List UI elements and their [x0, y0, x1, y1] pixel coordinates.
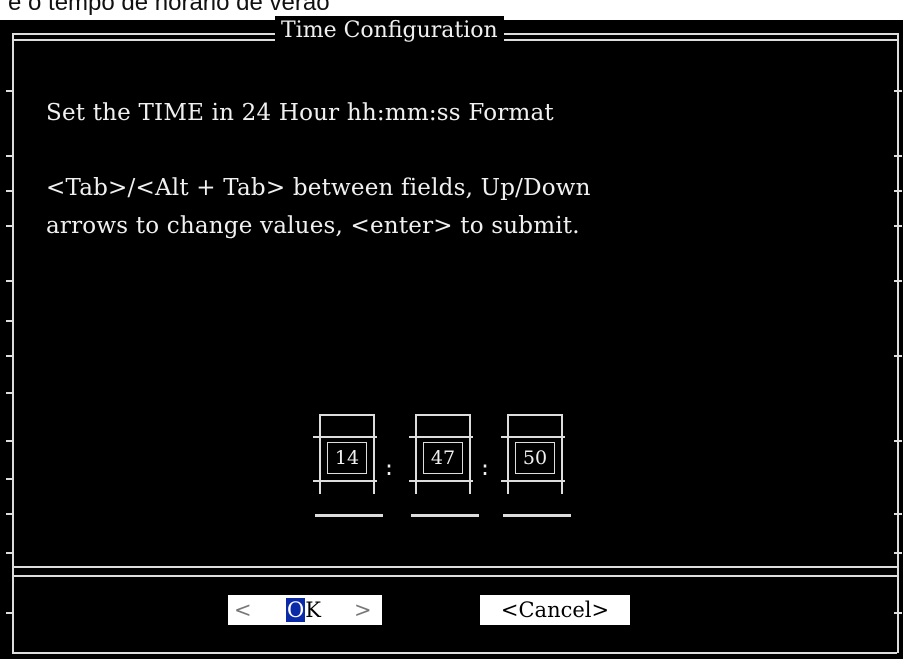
- dialog-frame-bottom: [12, 652, 897, 654]
- minutes-field-rule: [409, 436, 473, 438]
- time-configuration-dialog: Time Configuration Set the TIME in 24 Ho…: [0, 0, 903, 659]
- frame-tick: [6, 320, 14, 322]
- frame-tick: [6, 440, 14, 442]
- minutes-underline: [411, 514, 479, 517]
- ok-button-label-rest: K: [305, 598, 321, 622]
- frame-tick: [6, 392, 14, 394]
- cancel-button[interactable]: <Cancel>: [480, 595, 630, 625]
- page-caption: e o tempo de horário de verão: [8, 0, 330, 16]
- minutes-field-rule: [409, 480, 473, 482]
- dialog-button-bar: < OK > <Cancel>: [14, 575, 897, 652]
- frame-tick: [6, 612, 14, 614]
- time-separator: :: [479, 456, 492, 480]
- dialog-title: Time Configuration: [275, 16, 504, 46]
- seconds-field-rule: [501, 436, 565, 438]
- seconds-field[interactable]: 50: [501, 410, 571, 517]
- frame-tick: [894, 552, 902, 554]
- dialog-frame-left: [12, 33, 14, 653]
- frame-tick: [894, 190, 902, 192]
- hours-underline: [315, 514, 383, 517]
- frame-tick: [894, 225, 902, 227]
- seconds-field-rule: [501, 480, 565, 482]
- time-separator: :: [383, 456, 396, 480]
- hours-field-rule: [313, 436, 377, 438]
- seconds-value[interactable]: 50: [515, 442, 555, 474]
- ok-button-label: OK: [286, 595, 321, 625]
- ok-button-right-bracket: >: [354, 598, 372, 622]
- seconds-underline: [503, 514, 571, 517]
- dialog-frame-right: [897, 33, 899, 653]
- frame-tick: [894, 355, 902, 357]
- frame-tick: [6, 280, 14, 282]
- hours-value[interactable]: 14: [327, 442, 367, 474]
- minutes-field[interactable]: 47: [409, 410, 479, 517]
- frame-tick: [894, 90, 902, 92]
- ok-button[interactable]: < OK >: [228, 595, 382, 625]
- frame-tick: [894, 440, 902, 442]
- frame-tick: [6, 155, 14, 157]
- frame-tick: [6, 513, 14, 515]
- help-text-line-2: arrows to change values, <enter> to subm…: [46, 213, 580, 239]
- help-text-line-1: <Tab>/<Alt + Tab> between fields, Up/Dow…: [46, 175, 591, 201]
- frame-tick: [6, 552, 14, 554]
- frame-tick: [6, 190, 14, 192]
- frame-tick: [894, 513, 902, 515]
- frame-tick: [6, 225, 14, 227]
- ok-button-left-bracket: <: [234, 598, 252, 622]
- instruction-text: Set the TIME in 24 Hour hh:mm:ss Format: [46, 100, 554, 126]
- hours-field-rule: [313, 480, 377, 482]
- frame-tick: [894, 280, 902, 282]
- hours-field[interactable]: 14: [313, 410, 383, 517]
- frame-tick: [6, 355, 14, 357]
- time-input-group: 14 : 47 : 50: [313, 410, 583, 525]
- frame-tick: [6, 478, 14, 480]
- frame-tick: [6, 90, 14, 92]
- frame-tick: [894, 155, 902, 157]
- ok-button-hotkey: O: [286, 598, 306, 622]
- minutes-value[interactable]: 47: [423, 442, 463, 474]
